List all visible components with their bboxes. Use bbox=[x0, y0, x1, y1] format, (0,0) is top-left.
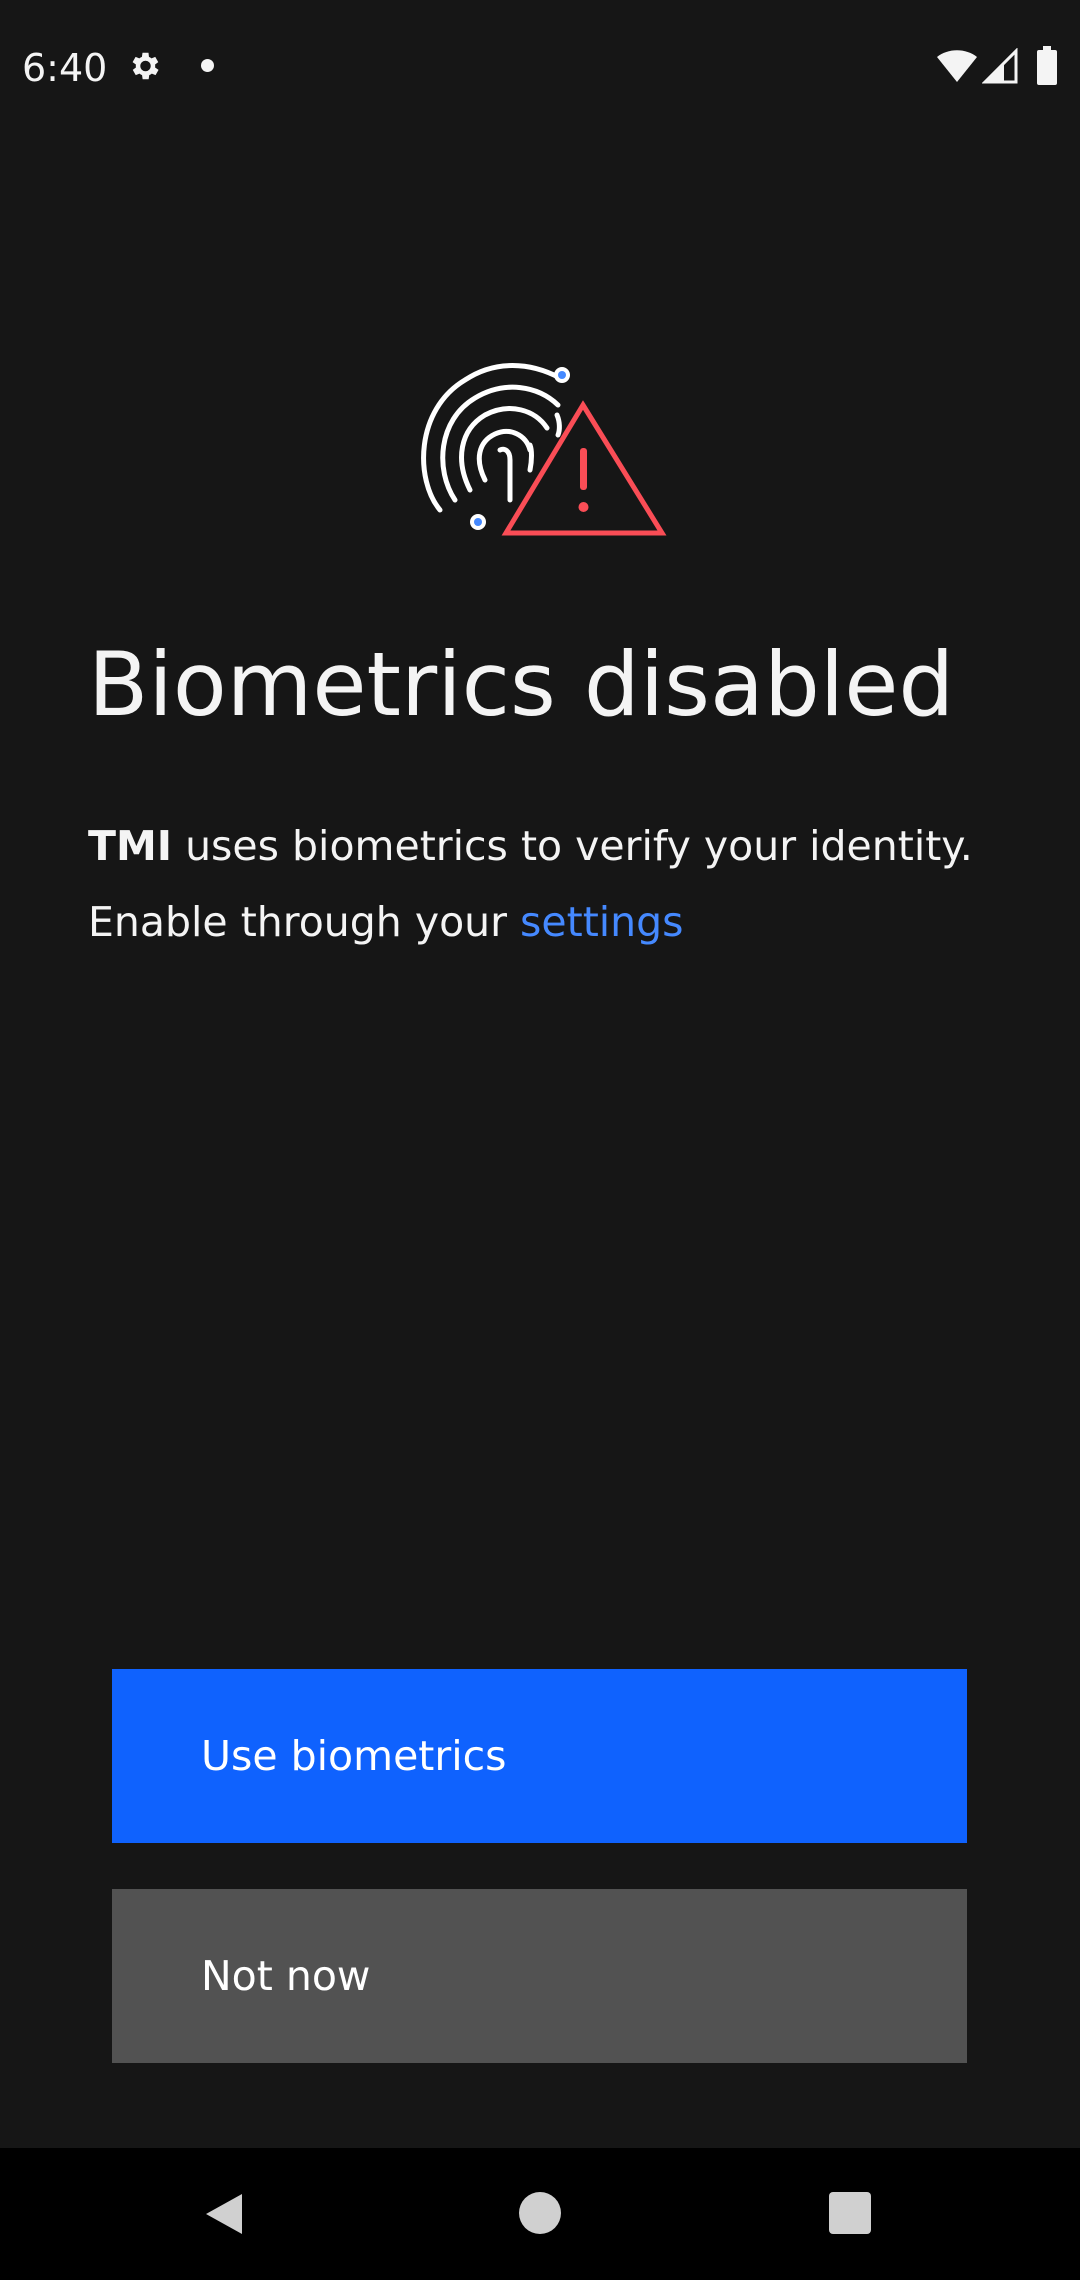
home-icon[interactable] bbox=[519, 2192, 561, 2234]
fingerprint-warning-icon bbox=[410, 350, 670, 545]
page-title: Biometrics disabled bbox=[88, 633, 955, 736]
description-line-2-text: Enable through your bbox=[88, 898, 521, 946]
battery-icon bbox=[1036, 46, 1058, 91]
description-line-2: Enable through your settings bbox=[88, 884, 1008, 960]
description-line-1: TMI uses biometrics to verify your ident… bbox=[88, 808, 1008, 884]
wifi-icon bbox=[936, 48, 978, 89]
not-now-button[interactable]: Not now bbox=[112, 1889, 967, 2063]
use-biometrics-button[interactable]: Use biometrics bbox=[112, 1669, 967, 1843]
cell-signal-icon bbox=[981, 47, 1018, 89]
back-icon[interactable] bbox=[204, 2192, 244, 2241]
description: TMI uses biometrics to verify your ident… bbox=[88, 808, 1008, 960]
description-line-1-text: uses biometrics to verify your identity. bbox=[172, 822, 973, 870]
navigation-bar bbox=[0, 2148, 1080, 2280]
gear-icon bbox=[126, 48, 162, 89]
status-time: 6:40 bbox=[22, 46, 108, 90]
recents-icon[interactable] bbox=[829, 2192, 871, 2234]
settings-link[interactable]: settings bbox=[520, 898, 684, 946]
status-bar: 6:40 bbox=[0, 0, 1080, 136]
notification-dot-icon bbox=[201, 59, 214, 72]
app-name: TMI bbox=[88, 822, 173, 870]
